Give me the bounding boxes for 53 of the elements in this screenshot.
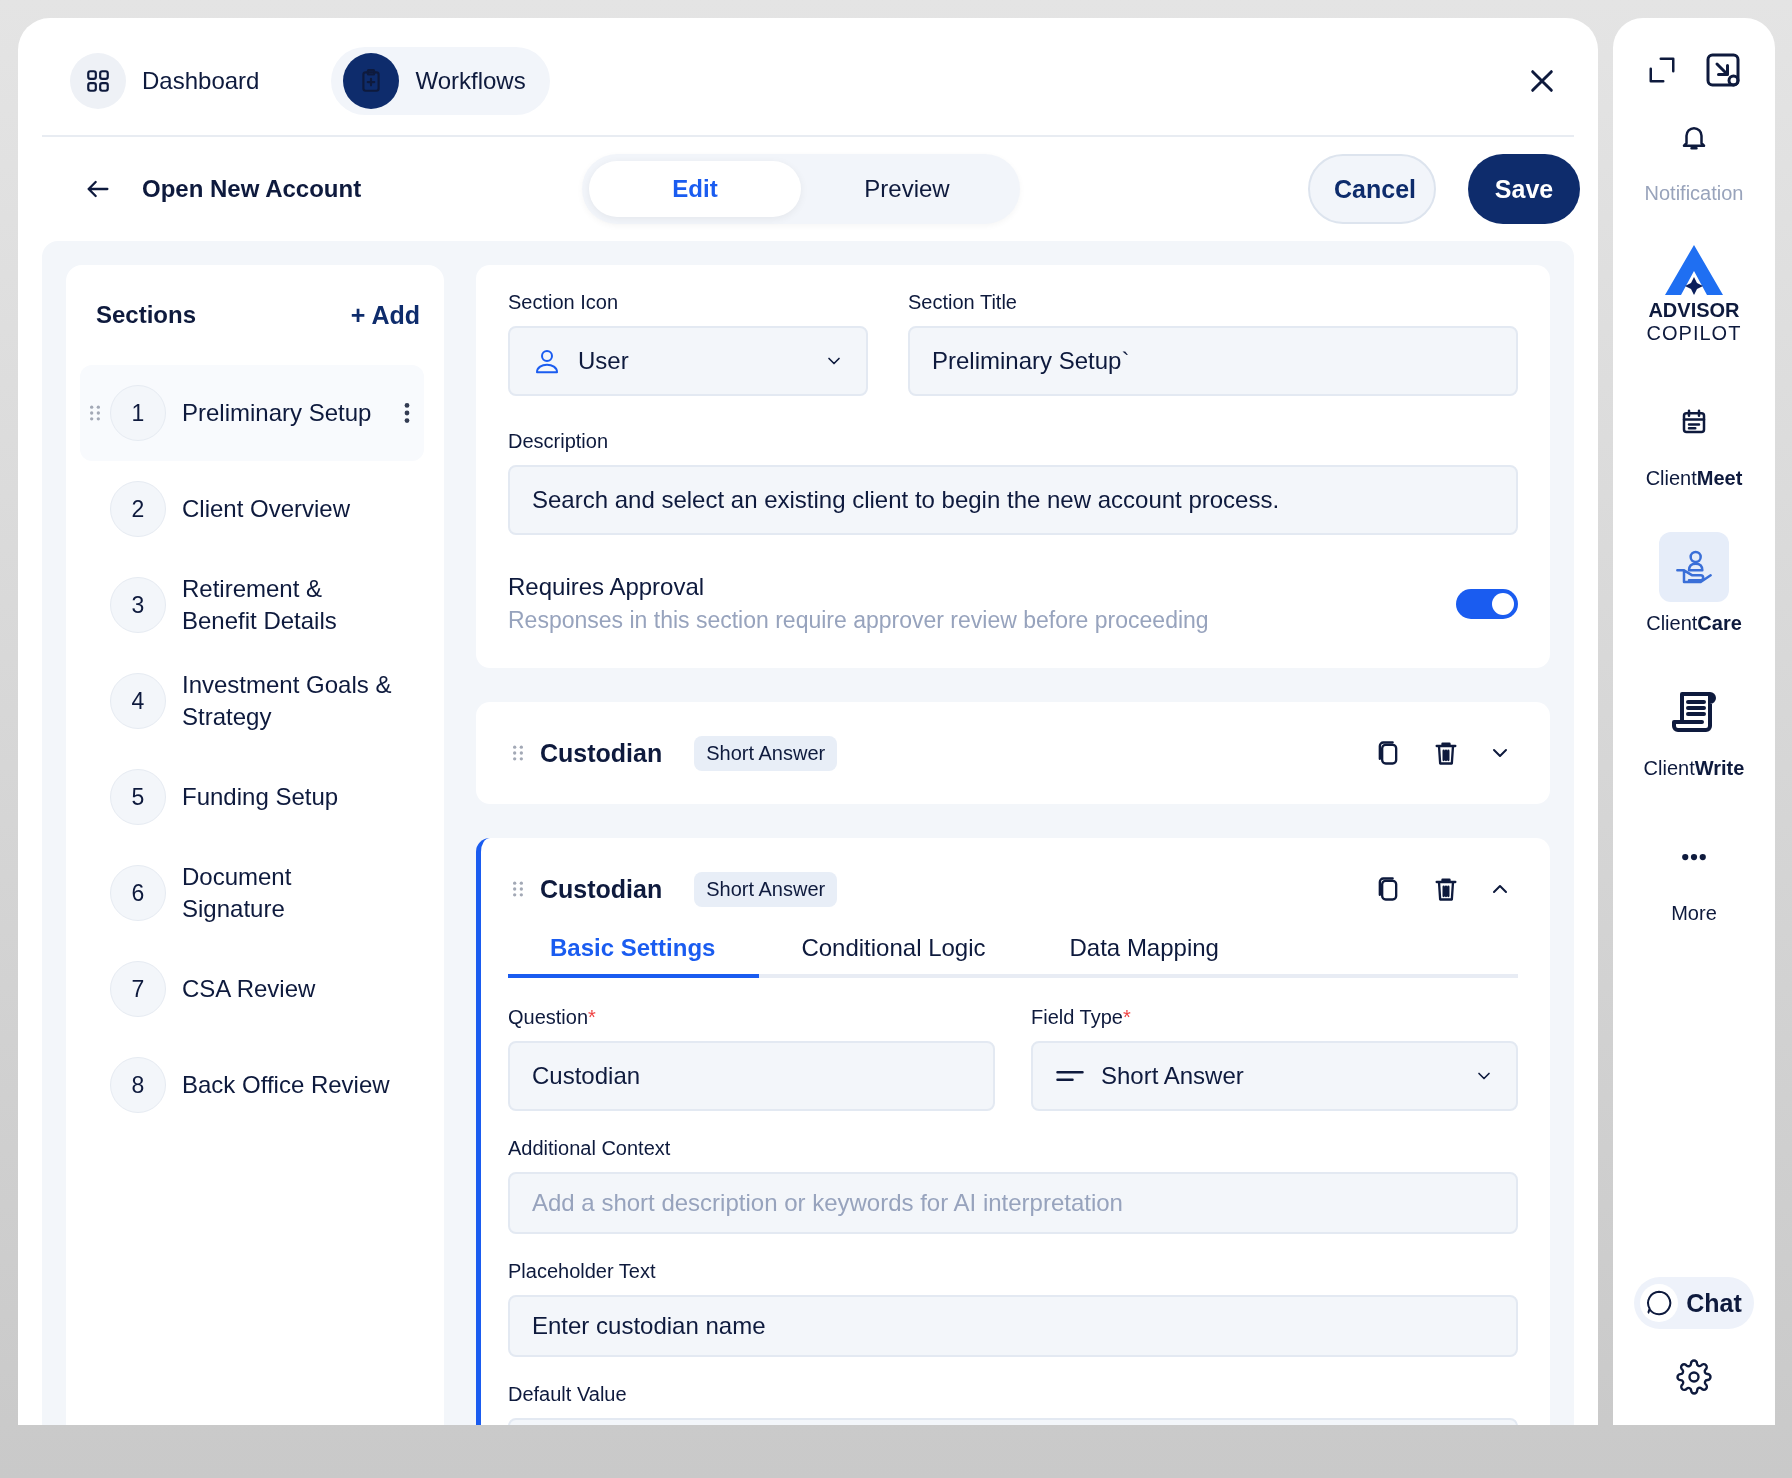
section-item[interactable]: 3 Retirement & Benefit Details — [80, 557, 424, 653]
question-title: Custodian — [540, 738, 663, 768]
field-label: Description — [508, 430, 610, 453]
approval-toggle[interactable] — [1456, 588, 1518, 619]
mode-tab[interactable]: Edit — [589, 161, 801, 217]
section-icon-dropdown[interactable]: User — [508, 326, 868, 396]
expand-icon[interactable] — [1647, 55, 1677, 85]
section-title-field[interactable]: Preliminary Setup` — [908, 326, 1518, 396]
section-item[interactable]: 4 Investment Goals & Strategy — [80, 653, 424, 749]
section-item[interactable]: 7 CSA Review — [80, 941, 424, 1037]
approval-hint: Responses in this section require approver review before proceeding — [508, 607, 1209, 634]
more-icon — [1679, 852, 1709, 862]
minimize-window-icon[interactable] — [1705, 52, 1741, 88]
save-button[interactable]: Save — [1468, 154, 1580, 224]
chat-button[interactable]: Chat — [1634, 1277, 1754, 1329]
logo: ADVISOR COPILOT — [1646, 241, 1742, 345]
section-item[interactable]: 5 Funding Setup — [80, 749, 424, 845]
question-title: Custodian — [540, 874, 663, 904]
field-label: Section Icon — [508, 291, 620, 314]
input-field[interactable]: Custodian — [508, 1041, 995, 1111]
field-label: Section Title — [908, 291, 1018, 314]
mode-tab[interactable]: Preview — [801, 161, 1013, 217]
nav-tab[interactable]: Workflows — [331, 47, 550, 115]
settings-tab[interactable]: Conditional Logic — [759, 924, 1028, 978]
field-label: Additional Context — [508, 1137, 672, 1160]
field-type-tag: Short Answer — [694, 735, 838, 771]
chat-bubble-icon — [1640, 1284, 1679, 1322]
rail-item[interactable]: ClientMeet — [1645, 387, 1743, 490]
section-item[interactable]: 1 Preliminary Setup — [80, 365, 424, 461]
input-field[interactable]: Enter custodian name — [508, 1295, 1518, 1357]
rail-item[interactable]: More — [1659, 822, 1729, 925]
add-section-link[interactable]: + Add — [350, 300, 424, 330]
field-type-dropdown[interactable]: Short Answer — [1031, 1041, 1518, 1111]
rail-item[interactable]: ClientCare — [1646, 532, 1742, 635]
settings-tab[interactable]: Basic Settings — [508, 924, 760, 978]
page-title: Open New Account — [142, 175, 363, 203]
cancel-button[interactable]: Cancel — [1308, 154, 1436, 224]
description-field[interactable]: Search and select an existing client to begin the new account process. — [508, 465, 1518, 535]
approval-title: Requires Approval — [508, 573, 706, 601]
field-label: Default Value — [508, 1383, 628, 1406]
section-item[interactable]: 2 Client Overview — [80, 461, 424, 557]
rail-item[interactable]: ClientWrite — [1643, 677, 1745, 780]
field-type-tag: Short Answer — [694, 871, 838, 907]
sections-heading: Sections — [96, 301, 197, 329]
field-label: Field Type* — [1031, 1006, 1132, 1029]
settings-icon[interactable] — [1676, 1359, 1712, 1395]
grid-icon — [85, 68, 111, 94]
field-label: Question* — [508, 1006, 597, 1029]
settings-tab[interactable]: Data Mapping — [1027, 924, 1261, 978]
field-label: Placeholder Text — [508, 1260, 657, 1283]
section-item[interactable]: 6 Document Signature — [80, 845, 424, 941]
section-item[interactable]: 8 Back Office Review — [80, 1037, 424, 1133]
nav-tab[interactable]: Dashboard — [70, 47, 284, 115]
